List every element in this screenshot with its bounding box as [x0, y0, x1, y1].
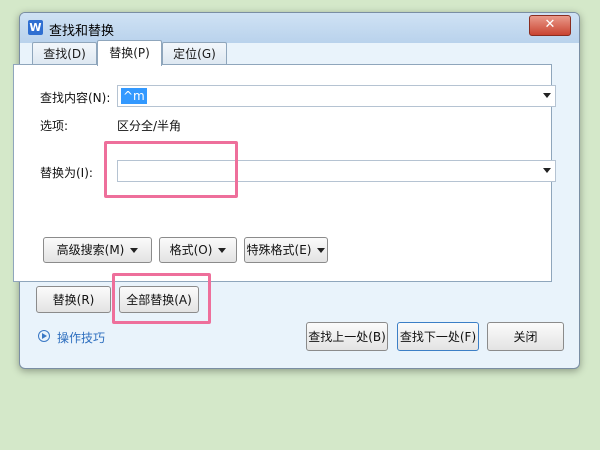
- close-window-button[interactable]: ✕: [529, 15, 571, 36]
- chevron-down-icon: [130, 248, 139, 253]
- close-button[interactable]: 关闭: [487, 322, 564, 351]
- chevron-down-icon: [317, 248, 326, 253]
- dropdown-arrow-icon[interactable]: [543, 168, 551, 173]
- title-bar[interactable]: W 查找和替换 ✕: [20, 13, 579, 43]
- tab-goto[interactable]: 定位(G): [162, 42, 227, 65]
- replace-all-button[interactable]: 全部替换(A): [119, 286, 199, 313]
- replace-with-label: 替换为(I):: [40, 166, 93, 180]
- options-value: 区分全/半角: [117, 119, 182, 133]
- advanced-search-button[interactable]: 高级搜索(M): [43, 237, 152, 263]
- find-previous-button[interactable]: 查找上一处(B): [306, 322, 388, 351]
- options-label: 选项:: [40, 119, 69, 133]
- format-label: 格式(O): [169, 243, 213, 257]
- find-what-combobox[interactable]: ^m: [117, 85, 556, 107]
- tab-find[interactable]: 查找(D): [32, 42, 97, 65]
- special-format-label: 特殊格式(E): [246, 243, 312, 257]
- chevron-down-icon: [218, 248, 227, 253]
- special-format-button[interactable]: 特殊格式(E): [244, 237, 328, 263]
- replace-with-combobox[interactable]: [117, 160, 556, 182]
- window-title: 查找和替换: [49, 24, 115, 39]
- find-what-value: ^m: [121, 88, 147, 104]
- tips-link[interactable]: 操作技巧: [57, 329, 105, 346]
- find-what-label: 查找内容(N):: [40, 91, 111, 105]
- play-circle-icon[interactable]: [38, 330, 50, 342]
- format-button[interactable]: 格式(O): [159, 237, 237, 263]
- find-next-button[interactable]: 查找下一处(F): [397, 322, 479, 351]
- replace-button[interactable]: 替换(R): [36, 286, 111, 313]
- advanced-search-label: 高级搜索(M): [56, 243, 125, 257]
- tab-replace[interactable]: 替换(P): [97, 40, 162, 66]
- wps-writer-icon: W: [28, 20, 43, 35]
- dropdown-arrow-icon[interactable]: [543, 93, 551, 98]
